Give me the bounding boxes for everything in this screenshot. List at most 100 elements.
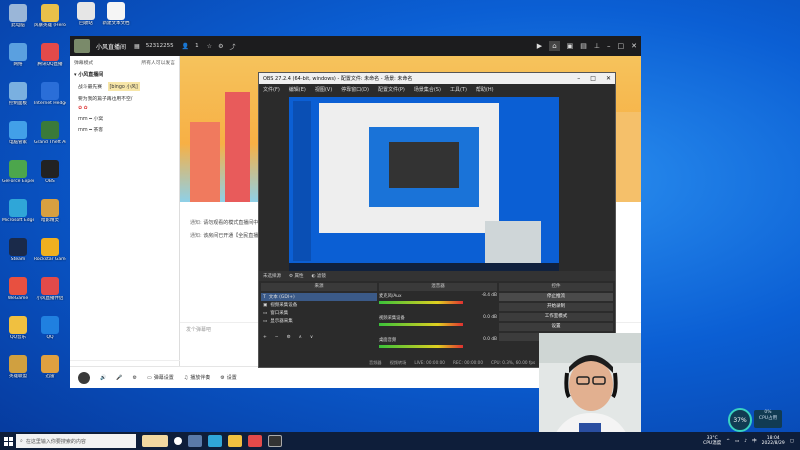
app-icon [41, 238, 59, 256]
minimize-icon[interactable]: – [607, 42, 611, 50]
desktop-icon[interactable]: Internet Hedgehog [34, 82, 66, 106]
share-icon[interactable]: ⤴ [229, 42, 235, 51]
gear-icon[interactable]: ⚙ [287, 335, 291, 340]
chat-pane: 弹幕模式 所有人可以发言 ▾ 小风直播间 战斗最先赛 [bingo 小风] 要为… [70, 56, 180, 388]
fans-count: 1 [195, 43, 199, 49]
maximize-icon[interactable]: □ [590, 75, 596, 82]
obs-menu-item[interactable]: 帮助(H) [476, 86, 494, 93]
network-icon[interactable]: ▭ [735, 439, 739, 444]
camera-icon[interactable]: ▶ [537, 42, 542, 50]
desktop-icon[interactable]: 暗影精灵 [34, 199, 66, 223]
add-icon[interactable]: + [263, 335, 267, 340]
down-icon[interactable]: ∨ [310, 335, 313, 340]
home-icon[interactable]: ⌂ [549, 41, 560, 51]
obs-menu-item[interactable]: 配置文件(P) [378, 86, 405, 93]
live-app-icon[interactable] [248, 435, 262, 447]
app-icon [41, 160, 59, 178]
maximize-icon[interactable]: □ [618, 42, 625, 50]
danmaku-icon: ▭ [146, 374, 152, 381]
chevron-up-icon[interactable]: ^ [726, 439, 730, 444]
up-icon[interactable]: ∧ [299, 335, 302, 340]
obs-menu-item[interactable]: 工具(T) [450, 86, 467, 93]
properties-button[interactable]: ⚙ 属性 [289, 273, 303, 279]
desktop-icon[interactable]: 小风直播伴侣 [34, 277, 66, 301]
desktop-icon[interactable]: GeForce Experience [2, 160, 34, 184]
remove-icon[interactable]: − [275, 335, 279, 340]
source-item[interactable]: ▭ 显示器采集 [261, 317, 377, 325]
gear-icon[interactable]: ⚙ [218, 43, 223, 50]
close-icon[interactable]: ✕ [631, 42, 637, 50]
source-item[interactable]: T 文本 (GDI+) [261, 293, 377, 301]
obs-menu-item[interactable]: 文件(F) [263, 86, 280, 93]
pin-icon[interactable]: ⊥ [594, 42, 600, 50]
task-view-icon[interactable] [188, 435, 202, 447]
desktop-icon[interactable]: 控制面板 [2, 82, 34, 106]
transition-tab[interactable]: 视频转场 [390, 360, 407, 366]
gamepad-icon[interactable]: ▣ [567, 42, 574, 50]
desktop-icon[interactable]: 风暴英雄 (HeroSpoon) [34, 4, 66, 28]
obs-menu-item[interactable]: 停靠窗口(D) [341, 86, 369, 93]
user-avatar[interactable] [78, 371, 90, 384]
app-icon [9, 121, 27, 139]
desktop-icon[interactable]: OBS [34, 160, 66, 184]
desktop-icon[interactable]: WeGame [2, 277, 34, 301]
edge-icon[interactable] [208, 435, 222, 447]
settings-button[interactable]: 设置 [499, 323, 613, 331]
desktop-icon-recycle[interactable]: 回收站 [70, 2, 102, 26]
desktop-icon[interactable]: Steam [2, 238, 34, 262]
close-icon[interactable]: ✕ [606, 75, 611, 82]
obs-menu-item[interactable]: 视图(V) [315, 86, 332, 93]
desktop-icon[interactable]: Rockstar Games Launcher [34, 238, 66, 262]
danmaku-settings-button[interactable]: ▭ 弹幕设置 [146, 374, 174, 382]
volume-meter[interactable] [379, 345, 463, 348]
studio-mode-button[interactable]: 工作室模式 [499, 313, 613, 321]
desktop-icon[interactable]: 迅雷 [34, 355, 66, 379]
clock[interactable]: 18:04 2022/8/29 [762, 436, 785, 446]
taskbar-widget-icon[interactable] [142, 435, 168, 447]
cortana-icon[interactable] [174, 437, 182, 445]
obs-preview[interactable] [289, 97, 559, 271]
star-icon[interactable]: ☆ [207, 43, 212, 50]
cpu-gauge[interactable]: 37% [728, 408, 752, 432]
desktop-icon[interactable]: Grand Theft Auto V [34, 121, 66, 145]
volume-meter[interactable] [379, 301, 463, 304]
source-item[interactable]: ▭ 窗口采集 [261, 309, 377, 317]
volume-icon[interactable]: ♪ [744, 439, 747, 444]
obs-titlebar: OBS 27.2.4 (64-bit, windows) - 配置文件: 未命名… [259, 73, 615, 84]
start-recording-button[interactable]: 开始录制 [499, 303, 613, 311]
chat-mode-label[interactable]: 弹幕模式 [74, 59, 93, 66]
desktop-icon[interactable]: QQ音乐 [2, 316, 34, 340]
minimize-icon[interactable]: – [577, 75, 580, 82]
desktop-icon[interactable]: QQ [34, 316, 66, 340]
layout-icon[interactable]: ▤ [580, 42, 587, 50]
mixer-tab[interactable]: 音频器 [369, 360, 382, 366]
taskbar-search[interactable]: ⌕ 在这里输入你要搜索的内容 [16, 434, 136, 448]
desktop-icon[interactable]: 英雄联盟 [2, 355, 34, 379]
streamer-avatar[interactable] [74, 39, 90, 53]
volume-meter[interactable] [379, 323, 463, 326]
desktop-icon[interactable]: 电脑管家 [2, 121, 34, 145]
desktop-icon-notepad[interactable]: 新建文本文档 [100, 2, 132, 26]
obs-icon[interactable] [268, 435, 282, 447]
app-icon [9, 43, 27, 61]
ime-indicator[interactable]: 中 [752, 438, 757, 444]
notification-icon[interactable]: ▢ [790, 439, 794, 444]
chat-permission-label[interactable]: 所有人可以发言 [141, 59, 175, 66]
obs-menu-item[interactable]: 编辑(E) [289, 86, 306, 93]
mic-settings-icon[interactable]: ⚙ [132, 375, 136, 381]
start-button[interactable] [0, 432, 16, 450]
danmaku-input[interactable]: 发个弹幕吧 [186, 326, 211, 333]
stop-stream-button[interactable]: 停止推流 [499, 293, 613, 301]
desktop-icon[interactable]: Microsoft Edge [2, 199, 34, 223]
desktop-icon[interactable]: 网络 [2, 43, 34, 67]
play-music-button[interactable]: ♫ 播放伴奏 [184, 374, 211, 382]
source-item[interactable]: ▣ 视频采集设备 [261, 301, 377, 309]
filters-button[interactable]: ◐ 滤镜 [311, 273, 325, 279]
desktop-icon[interactable]: 腾讯QQ直播 [34, 43, 66, 67]
desktop-icon[interactable]: 此电脑 [2, 4, 34, 28]
settings-button[interactable]: ⚙ 设置 [220, 374, 237, 382]
mic-icon[interactable]: 🎤 [116, 375, 122, 381]
volume-icon[interactable]: 🔊 [100, 375, 106, 381]
explorer-icon[interactable] [228, 435, 242, 447]
obs-menu-item[interactable]: 场景集合(S) [414, 86, 441, 93]
